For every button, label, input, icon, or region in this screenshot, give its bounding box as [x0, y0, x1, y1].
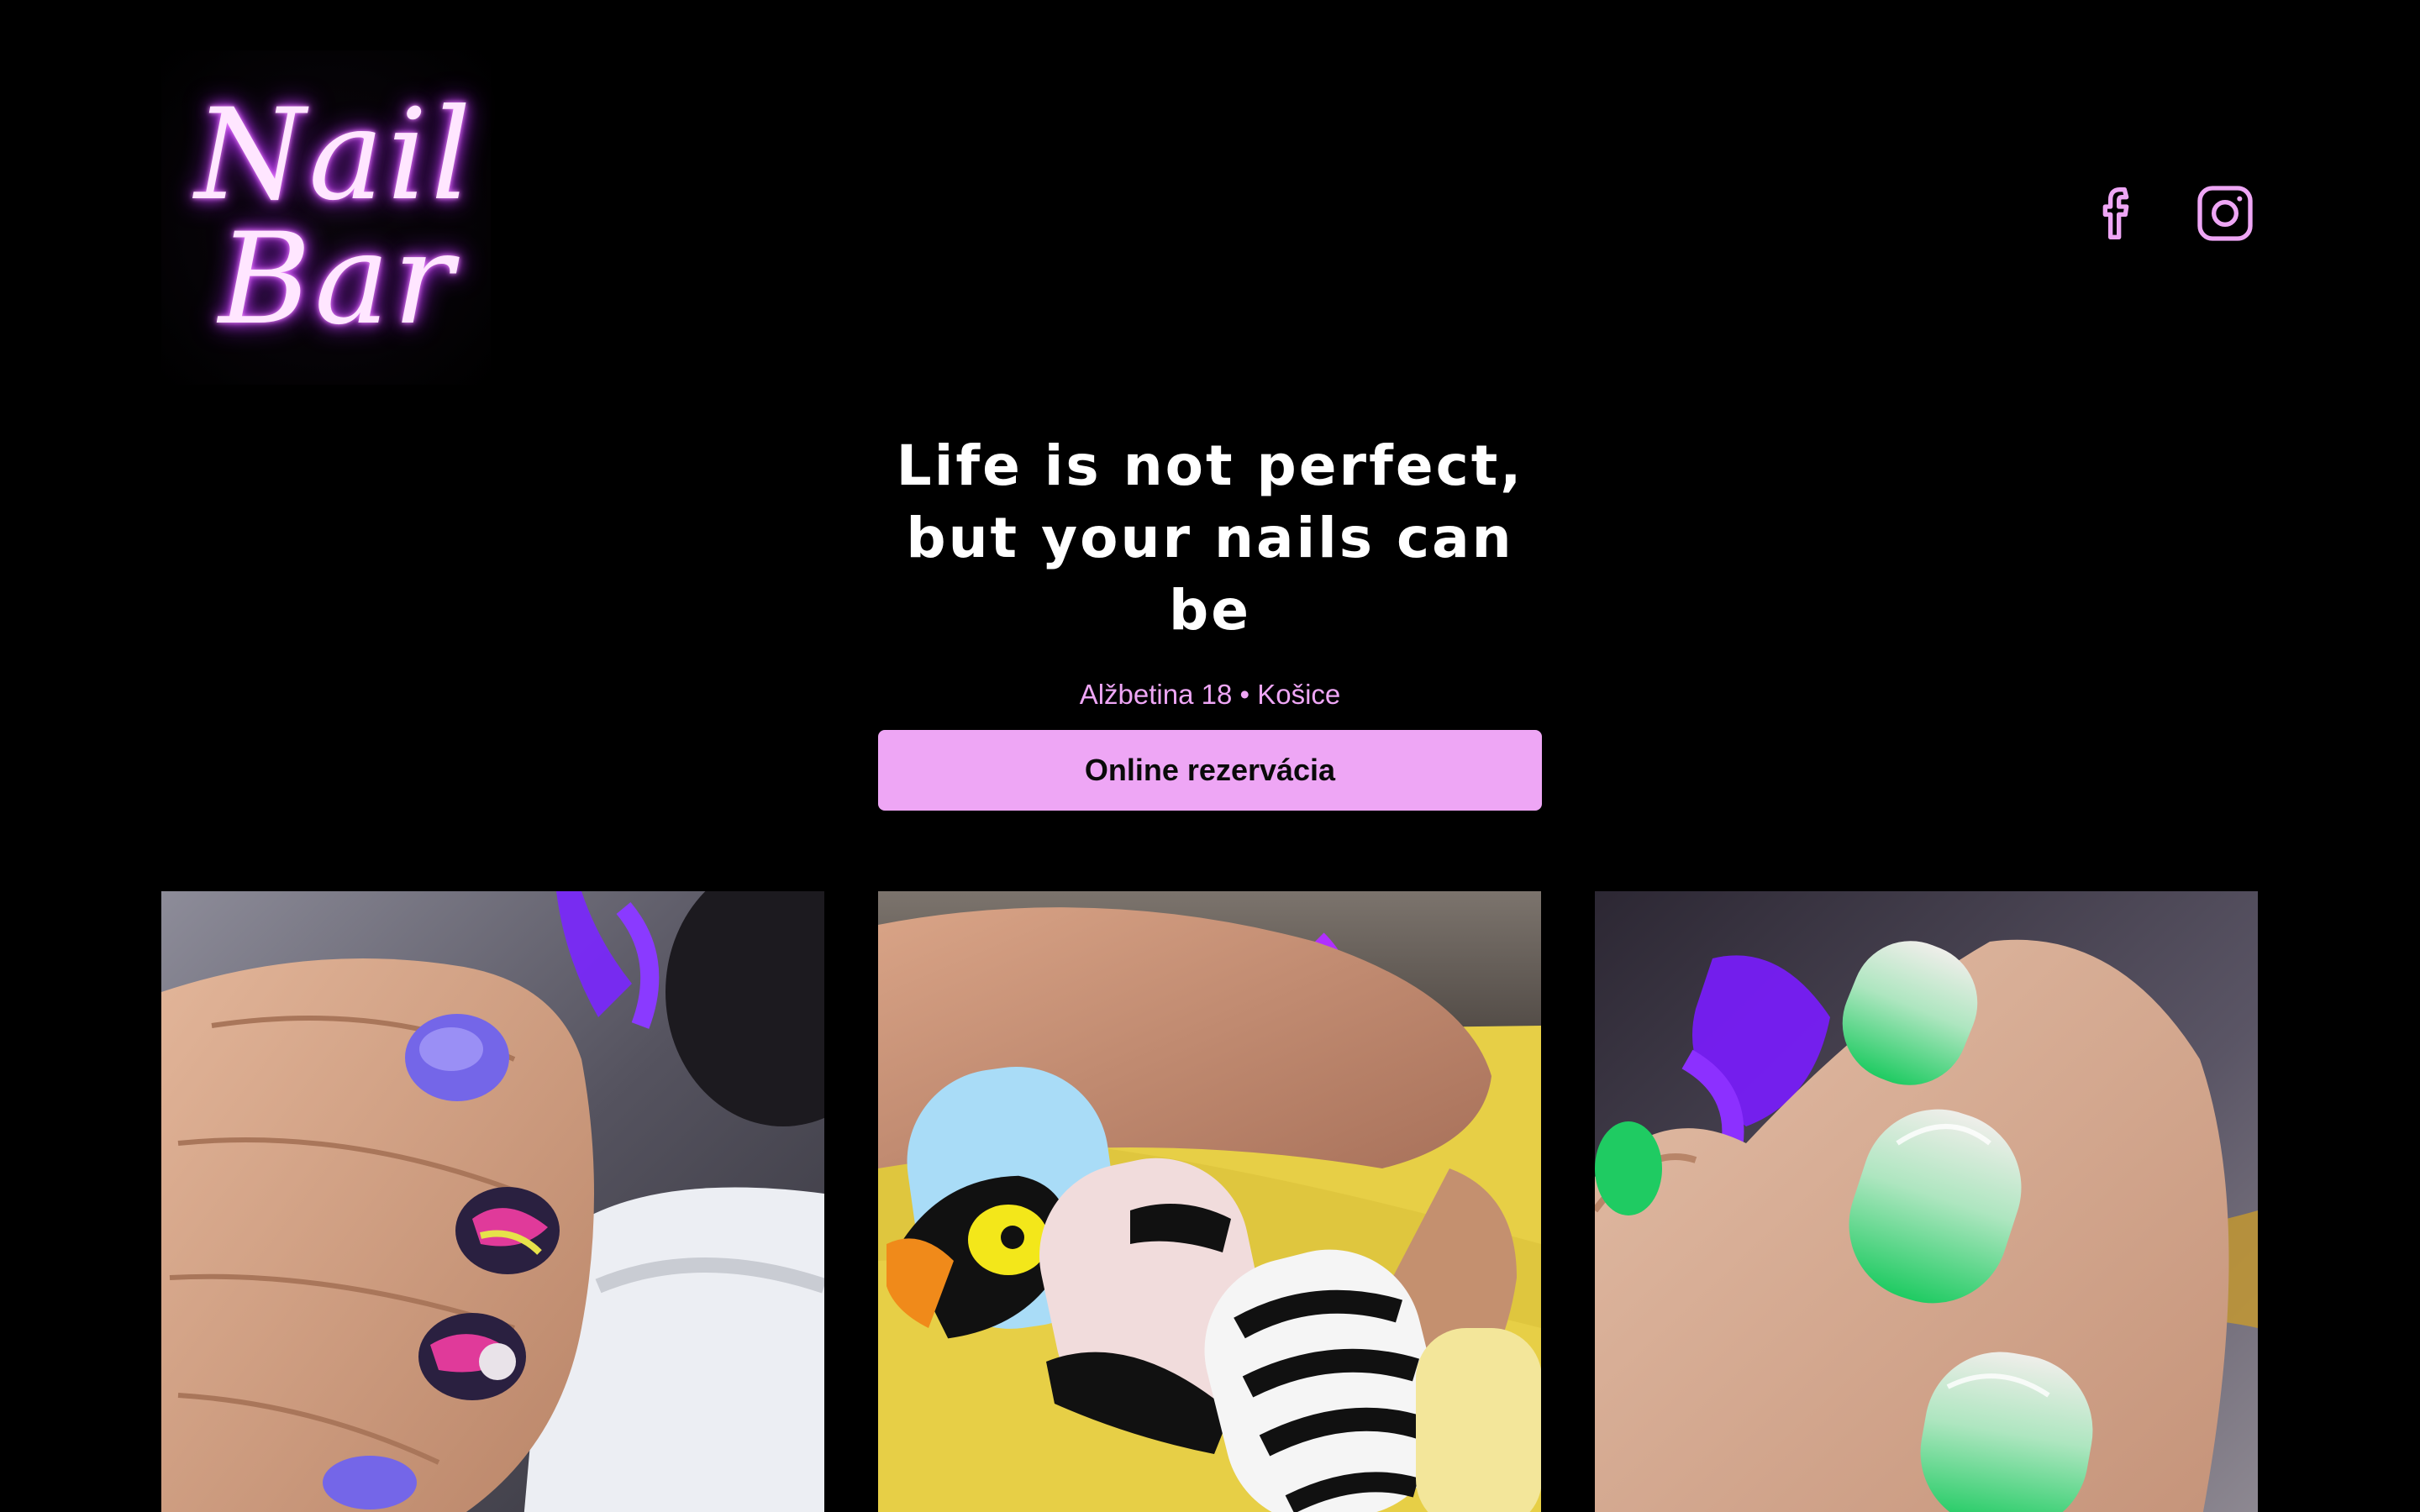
- salon-address: Alžbetina 18 • Košice: [1079, 679, 1341, 710]
- social-links: [2084, 180, 2259, 247]
- online-booking-button[interactable]: Online rezervácia: [878, 730, 1542, 811]
- logo-line-1: Nail: [195, 82, 475, 228]
- facebook-icon: [2102, 187, 2129, 240]
- gallery-photo-1[interactable]: [161, 891, 824, 1512]
- purple-nails-photo: [161, 891, 824, 1512]
- page: Nail Bar Life is not perfect, but your n…: [0, 0, 2420, 1512]
- instagram-icon: [2197, 186, 2253, 241]
- facebook-link[interactable]: [2084, 180, 2151, 247]
- logo-line-2: Bar: [218, 207, 457, 353]
- toucan-zebra-nails-photo: [878, 891, 1541, 1512]
- gallery-photo-3[interactable]: [1595, 891, 2258, 1512]
- hero-section: Life is not perfect, but your nails can …: [0, 430, 2420, 711]
- hero-headline: Life is not perfect, but your nails can …: [896, 433, 1524, 643]
- gallery-photo-2[interactable]: [878, 891, 1541, 1512]
- nail-bar-logo[interactable]: Nail Bar: [161, 50, 491, 385]
- instagram-link[interactable]: [2191, 180, 2259, 247]
- green-ombre-nails-photo: [1595, 891, 2258, 1512]
- photo-gallery: [161, 891, 2258, 1512]
